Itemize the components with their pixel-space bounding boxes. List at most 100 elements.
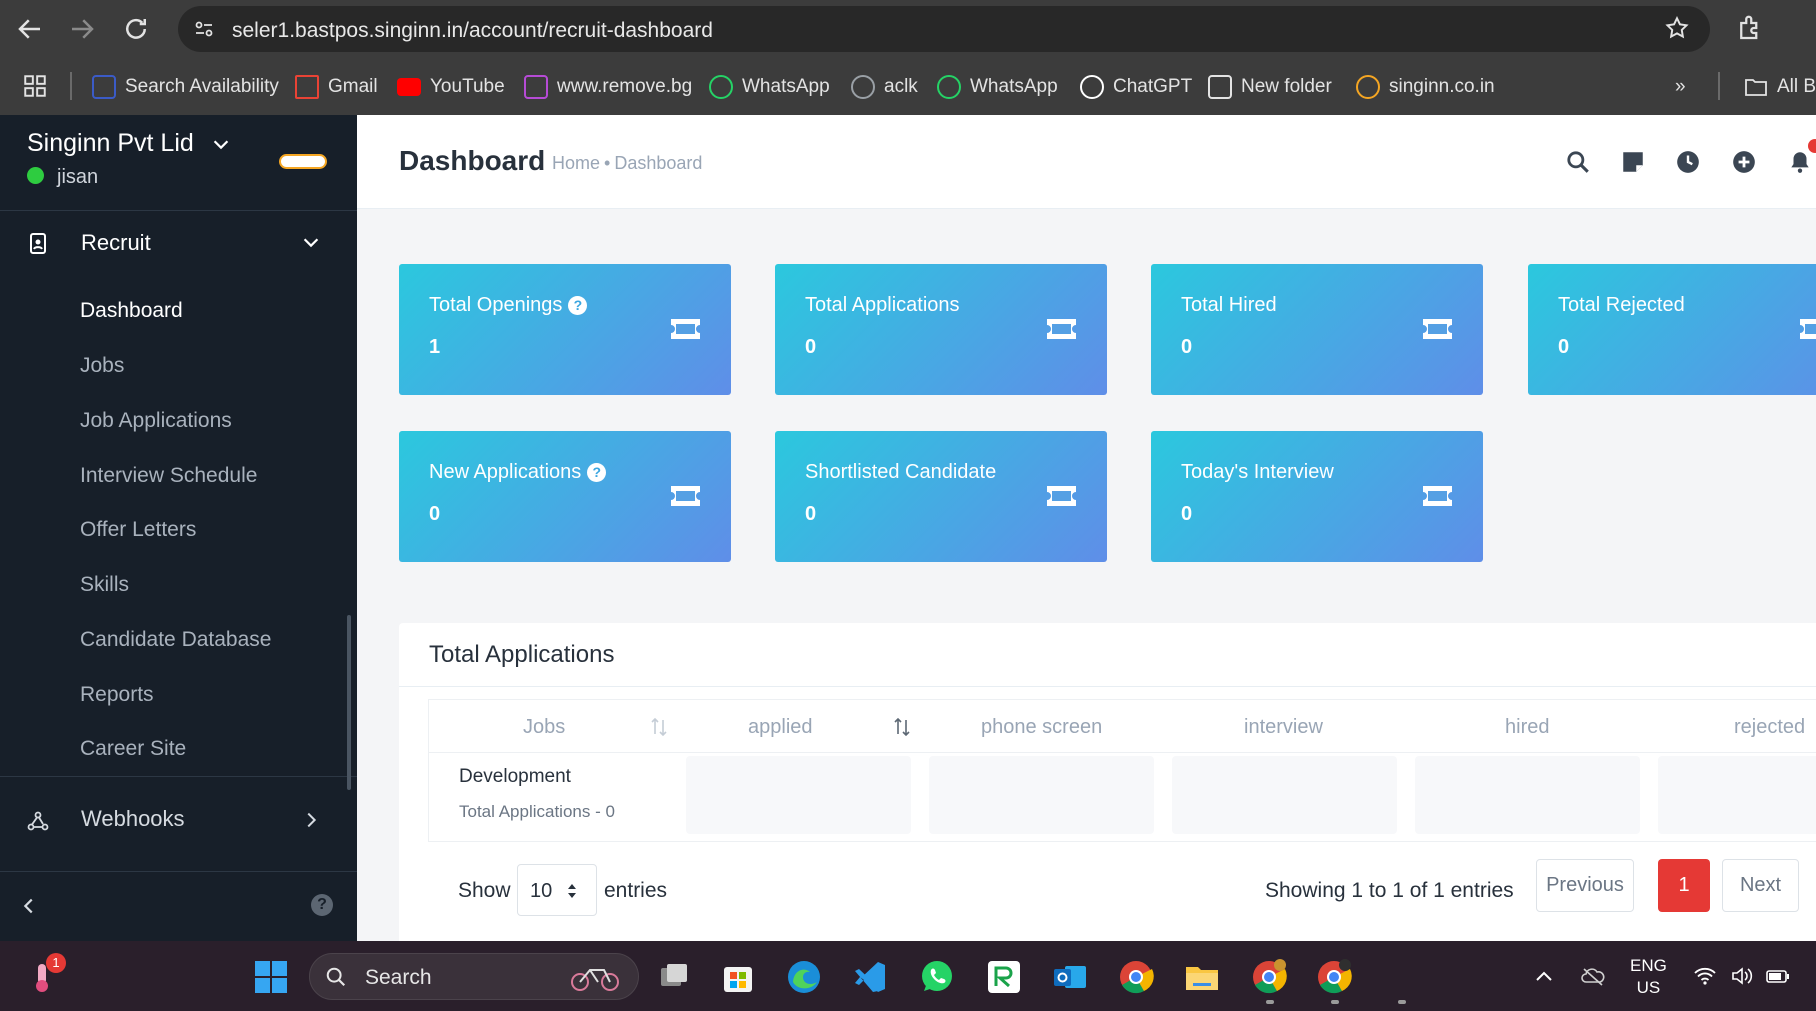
task-view-icon[interactable] [655, 958, 693, 996]
company-name[interactable]: Singinn Pvt Lid [27, 129, 194, 158]
rapidex-app-icon[interactable] [985, 958, 1023, 996]
address-bar[interactable]: seler1.bastpos.singinn.in/account/recrui… [178, 6, 1710, 52]
sidebar-item-webhooks[interactable]: Webhooks [0, 787, 357, 847]
chrome-profile-icon[interactable] [1250, 958, 1288, 996]
stat-card-total-applications[interactable]: Total Applications 0 [775, 264, 1107, 395]
bookmark-youtube[interactable]: YouTube [397, 72, 505, 102]
bookmark-gmail[interactable]: Gmail [295, 72, 378, 102]
sticky-note-icon[interactable] [1620, 149, 1646, 175]
file-explorer-icon[interactable] [1183, 958, 1221, 996]
column-header-hired[interactable]: hired [1505, 716, 1549, 739]
sidebar-item-job-applications[interactable]: Job Applications [80, 409, 232, 433]
sidebar-item-dashboard[interactable]: Dashboard [80, 299, 183, 323]
site-info-icon[interactable] [192, 17, 216, 41]
youtube-icon [397, 78, 421, 96]
windows-start-icon[interactable] [252, 958, 290, 996]
column-header-applied[interactable]: applied [748, 716, 813, 739]
bookmark-chatgpt[interactable]: ChatGPT [1080, 72, 1192, 102]
bookmark-irctc[interactable]: Search Availability [92, 72, 279, 102]
chrome-profile-icon[interactable] [1315, 958, 1353, 996]
stat-card-new-applications[interactable]: New Applications? 0 [399, 431, 731, 562]
bookmark-globe[interactable]: aclk [851, 72, 918, 102]
stat-card-total-openings[interactable]: Total Openings? 1 [399, 264, 731, 395]
wifi-icon[interactable] [1693, 965, 1717, 987]
column-header-rejected[interactable]: rejected [1734, 716, 1805, 739]
reload-icon[interactable] [121, 14, 151, 44]
apps-grid-icon[interactable] [22, 73, 48, 99]
sidebar-item-jobs[interactable]: Jobs [80, 354, 124, 378]
sidebar-item-offer-letters[interactable]: Offer Letters [80, 518, 196, 542]
sidebar-item-skills[interactable]: Skills [80, 573, 129, 597]
bookmark-star-icon[interactable] [1664, 15, 1690, 48]
sidebar-item-interview-schedule[interactable]: Interview Schedule [80, 464, 257, 488]
outlook-icon[interactable] [1051, 958, 1089, 996]
volume-icon[interactable] [1730, 965, 1754, 987]
help-icon[interactable]: ? [311, 894, 333, 916]
bookmark-whatsapp[interactable]: WhatsApp [937, 72, 1058, 102]
sidebar-scrollbar[interactable] [347, 615, 351, 790]
bookmark-label: aclk [884, 76, 918, 97]
previous-page-button[interactable]: Previous [1536, 859, 1634, 912]
breadcrumb-home[interactable]: Home [552, 153, 600, 173]
sort-icon[interactable] [892, 716, 912, 738]
add-circle-icon[interactable] [1731, 149, 1757, 175]
extensions-icon[interactable] [1735, 13, 1765, 43]
bookmark-folder[interactable]: New folder [1208, 72, 1332, 102]
next-page-button[interactable]: Next [1722, 859, 1799, 912]
bookmark-removebg[interactable]: www.remove.bg [524, 72, 692, 102]
bell-icon[interactable] [1787, 149, 1813, 175]
sort-icon[interactable] [649, 716, 669, 738]
onedrive-icon[interactable] [1580, 965, 1605, 987]
vscode-icon[interactable] [851, 958, 889, 996]
collapse-sidebar-icon[interactable] [18, 895, 40, 917]
chevron-down-icon[interactable] [210, 133, 232, 155]
bookmark-whatsapp[interactable]: WhatsApp [709, 72, 830, 102]
folder-icon [1208, 75, 1232, 99]
stat-card-shortlisted-candidate[interactable]: Shortlisted Candidate 0 [775, 431, 1107, 562]
stat-card-total-hired[interactable]: Total Hired 0 [1151, 264, 1483, 395]
bookmark-label: Search Availability [125, 76, 279, 97]
entries-per-page-select[interactable]: 10 [517, 864, 597, 916]
sidebar-item-career-site[interactable]: Career Site [80, 737, 186, 761]
language-indicator[interactable]: ENG US [1630, 955, 1667, 999]
stage-cell-hired[interactable] [1415, 756, 1640, 834]
stage-cell-interview[interactable] [1172, 756, 1397, 834]
bookmark-separator [70, 72, 72, 100]
whatsapp-icon[interactable] [918, 958, 956, 996]
breadcrumb-separator: • [604, 153, 611, 173]
stage-cell-rejected[interactable] [1658, 756, 1816, 834]
chevron-up-icon[interactable] [1532, 965, 1556, 987]
chrome-icon[interactable] [1117, 958, 1155, 996]
sidebar-item-reports[interactable]: Reports [80, 683, 154, 707]
stat-card-today-s-interview[interactable]: Today's Interview 0 [1151, 431, 1483, 562]
battery-icon[interactable] [1765, 965, 1789, 987]
sidebar-item-candidate-database[interactable]: Candidate Database [80, 628, 271, 652]
forward-icon[interactable] [67, 14, 97, 44]
page-1-button[interactable]: 1 [1658, 859, 1710, 912]
clock-icon[interactable] [1675, 149, 1701, 175]
webhook-icon [26, 809, 50, 833]
search-icon[interactable] [1565, 149, 1591, 175]
table-row-job-name[interactable]: Development [459, 766, 571, 788]
column-header-jobs[interactable]: Jobs [523, 716, 565, 739]
microsoft-store-icon[interactable] [719, 958, 757, 996]
bookmark-singinn[interactable]: singinn.co.in [1356, 72, 1495, 102]
sidebar-item-recruit[interactable]: Recruit [0, 211, 357, 271]
stage-cell-applied[interactable] [686, 756, 911, 834]
help-icon[interactable]: ? [587, 463, 607, 482]
sidebar: Singinn Pvt Lid jisan Recruit Dashboard … [0, 115, 357, 941]
url-text[interactable]: seler1.bastpos.singinn.in/account/recrui… [232, 19, 713, 43]
all-bookmarks-button[interactable]: All B [1744, 72, 1816, 102]
stage-cell-phone-screen[interactable] [929, 756, 1154, 834]
help-icon[interactable]: ? [568, 296, 588, 315]
stat-card-label: Total Rejected [1558, 294, 1685, 316]
column-header-interview[interactable]: interview [1244, 716, 1323, 739]
taskbar-search[interactable]: Search [309, 953, 639, 1000]
column-header-phone-screen[interactable]: phone screen [981, 716, 1102, 739]
ticket-icon [1421, 317, 1454, 341]
bookmarks-overflow-button[interactable]: » [1675, 72, 1686, 102]
ticket-icon [1798, 317, 1816, 341]
back-icon[interactable] [15, 14, 45, 44]
edge-icon[interactable] [785, 958, 823, 996]
stat-card-total-rejected[interactable]: Total Rejected 0 [1528, 264, 1816, 395]
